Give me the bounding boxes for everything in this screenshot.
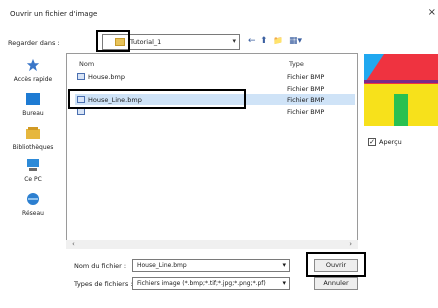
- place-label: Accès rapide: [13, 76, 53, 83]
- close-icon[interactable]: ×: [428, 7, 436, 18]
- place-label: Bureau: [22, 110, 44, 117]
- file-row[interactable]: House.bmp Fichier BMP: [75, 71, 355, 82]
- preview-checkbox[interactable]: ✓: [368, 138, 376, 146]
- file-list[interactable]: Nom Type House.bmp Fichier BMP Fichier B…: [66, 53, 358, 249]
- file-type: Fichier BMP: [287, 96, 325, 104]
- place-desktop[interactable]: Bureau: [0, 92, 66, 117]
- place-quick-access[interactable]: Accès rapide: [0, 58, 66, 83]
- chevron-down-icon[interactable]: ▾: [282, 279, 286, 287]
- filename-value: House_Line.bmp: [137, 262, 187, 269]
- up-folder-icon[interactable]: ⬆: [260, 36, 268, 46]
- filetype-value: Fichiers image (*.bmp;*.tif;*.jpg;*.png;…: [137, 280, 266, 287]
- place-label: Réseau: [22, 210, 44, 217]
- scroll-left-icon[interactable]: ‹: [72, 240, 75, 248]
- filename-input[interactable]: House_Line.bmp ▾: [132, 259, 290, 272]
- place-libraries[interactable]: Bibliothèques: [0, 126, 66, 151]
- filetype-label: Types de fichiers :: [74, 280, 133, 288]
- view-menu-icon[interactable]: ▦▾: [289, 36, 302, 46]
- file-type: Fichier BMP: [287, 85, 325, 93]
- file-type: Fichier BMP: [287, 108, 325, 116]
- chevron-down-icon[interactable]: ▾: [282, 261, 286, 269]
- highlight-selected-file: [68, 89, 246, 109]
- dialog-title: Ouvrir un fichier d'image: [10, 10, 98, 18]
- column-header-type[interactable]: Type: [289, 60, 304, 68]
- file-type: Fichier BMP: [287, 73, 325, 81]
- chevron-down-icon[interactable]: ▾: [232, 37, 236, 45]
- cancel-button[interactable]: Annuler: [314, 277, 358, 290]
- network-icon: [27, 193, 39, 205]
- highlight-open-button: [306, 252, 366, 277]
- title-bar: Ouvrir un fichier d'image ×: [0, 0, 438, 22]
- libraries-icon: [26, 127, 40, 139]
- scroll-right-icon[interactable]: ›: [349, 240, 352, 248]
- back-icon[interactable]: ←: [248, 36, 256, 46]
- place-label: Bibliothèques: [12, 144, 54, 151]
- place-this-pc[interactable]: Ce PC: [0, 158, 66, 183]
- pc-icon: [27, 159, 39, 171]
- place-network[interactable]: Réseau: [0, 192, 66, 217]
- bmp-file-icon: [77, 73, 85, 80]
- preview-image: [364, 54, 438, 126]
- places-bar: Accès rapide Bureau Bibliothèques Ce PC …: [0, 54, 66, 254]
- horizontal-scrollbar[interactable]: ‹ ›: [66, 240, 358, 249]
- new-folder-icon[interactable]: 📁: [273, 36, 283, 45]
- filename-label: Nom du fichier :: [74, 262, 127, 270]
- desktop-icon: [26, 93, 40, 105]
- column-header-name[interactable]: Nom: [79, 60, 94, 68]
- star-icon: [26, 58, 40, 72]
- file-name: House.bmp: [88, 73, 126, 81]
- filetype-select[interactable]: Fichiers image (*.bmp;*.tif;*.jpg;*.png;…: [132, 277, 290, 290]
- place-label: Ce PC: [24, 176, 42, 183]
- look-in-label: Regarder dans :: [8, 39, 60, 47]
- highlight-lookin: [96, 30, 130, 52]
- bmp-file-icon: [77, 108, 85, 115]
- look-in-value: Tutorial_1: [130, 38, 162, 46]
- preview-label: Aperçu: [379, 138, 402, 146]
